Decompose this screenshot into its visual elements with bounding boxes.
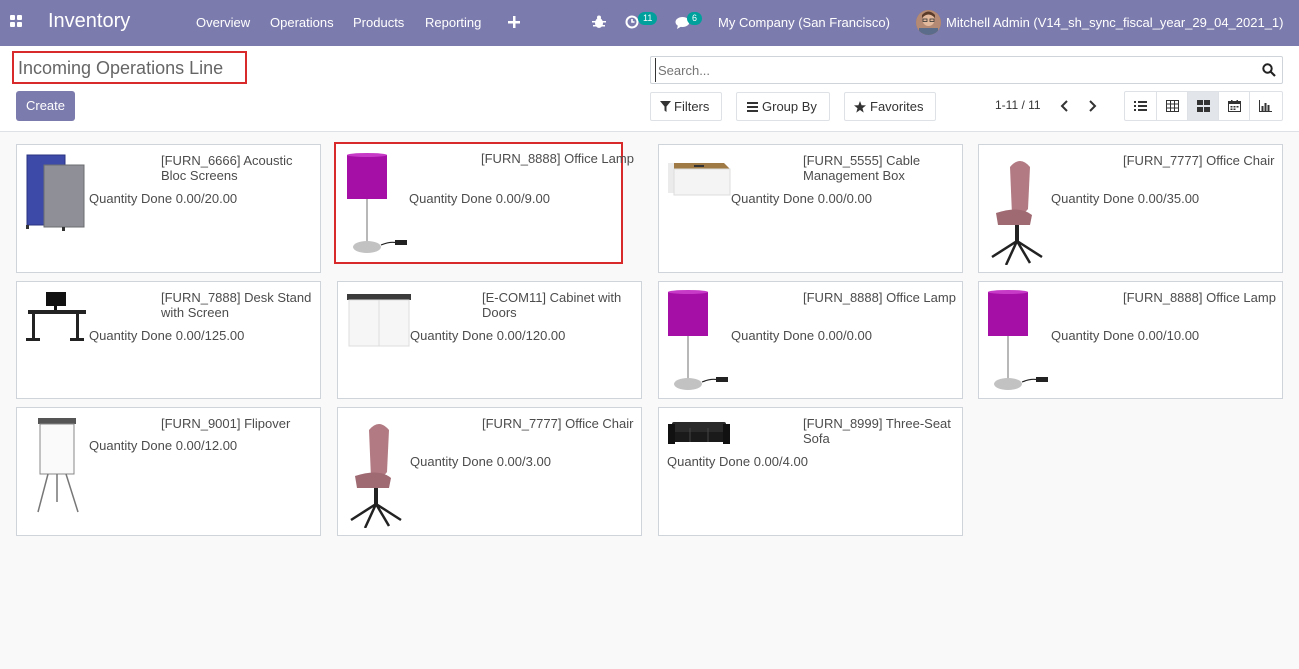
product-image [668, 290, 728, 390]
user-menu[interactable]: Mitchell Admin (V14_sh_sync_fiscal_year_… [946, 15, 1284, 30]
kanban-card[interactable]: [FURN_5555] Cable Management Box Quantit… [658, 144, 963, 273]
message-count-badge: 6 [687, 12, 703, 25]
search-input[interactable] [655, 58, 1255, 82]
card-quantity: Quantity Done 0.00/20.00 [89, 191, 238, 206]
pager-value[interactable]: 1-11 / 11 [995, 98, 1041, 112]
app-brand[interactable]: Inventory [48, 10, 130, 33]
list-icon [1134, 101, 1147, 111]
view-switcher [1124, 91, 1283, 121]
kanban-card[interactable]: [E-COM11] Cabinet with Doors Quantity Do… [337, 281, 642, 399]
groupby-button[interactable]: Group By [736, 92, 830, 121]
menu-products[interactable]: Products [353, 15, 404, 30]
apps-menu-icon[interactable] [10, 15, 23, 28]
groupby-label: Group By [762, 99, 817, 114]
card-quantity: Quantity Done 0.00/0.00 [731, 328, 872, 343]
create-button[interactable]: Create [16, 91, 75, 121]
kanban-card[interactable]: [FURN_8888] Office Lamp Quantity Done 0.… [978, 281, 1283, 399]
card-title: [FURN_8888] Office Lamp [803, 290, 956, 305]
kanban-card[interactable]: [FURN_9001] Flipover Quantity Done 0.00/… [16, 407, 321, 536]
kanban-icon [1197, 100, 1210, 112]
table-icon [1166, 100, 1179, 112]
calendar-icon [1228, 100, 1241, 112]
kanban-card[interactable]: [FURN_7777] Office Chair Quantity Done 0… [337, 407, 642, 536]
card-title: [FURN_8999] Three-Seat Sofa [803, 416, 951, 446]
product-image [991, 161, 1043, 265]
graph-view-button[interactable] [1249, 92, 1283, 120]
card-title: [FURN_9001] Flipover [161, 416, 291, 431]
company-switcher[interactable]: My Company (San Francisco) [718, 15, 890, 30]
bar-chart-icon [1259, 100, 1272, 112]
card-title: [FURN_6666] Acoustic Bloc Screens [161, 153, 293, 183]
star-icon [854, 101, 866, 113]
card-quantity: Quantity Done 0.00/9.00 [409, 191, 550, 206]
kanban-view-button[interactable] [1187, 92, 1218, 120]
card-quantity: Quantity Done 0.00/35.00 [1051, 191, 1200, 206]
card-quantity: Quantity Done 0.00/12.00 [89, 438, 238, 453]
user-avatar[interactable] [916, 10, 941, 35]
card-title: [E-COM11] Cabinet with Doors [482, 290, 622, 320]
product-image [26, 292, 86, 341]
product-image [347, 153, 407, 253]
pager-next-icon[interactable] [1085, 99, 1099, 113]
kanban-card[interactable]: [FURN_8999] Three-Seat Sofa Quantity Don… [658, 407, 963, 536]
product-image [668, 163, 731, 196]
plus-icon[interactable] [508, 16, 520, 28]
product-image [350, 424, 402, 528]
product-image [988, 290, 1048, 390]
menu-reporting[interactable]: Reporting [425, 15, 481, 30]
product-image [347, 294, 411, 347]
card-quantity: Quantity Done 0.00/0.00 [731, 191, 872, 206]
card-title: [FURN_7777] Office Chair [1123, 153, 1275, 168]
filter-icon [660, 101, 671, 112]
card-quantity: Quantity Done 0.00/3.00 [410, 454, 551, 469]
bars-icon [747, 102, 758, 112]
product-image [37, 418, 79, 513]
top-navbar: Inventory Overview Operations Products R… [0, 0, 1299, 46]
product-image [668, 422, 730, 444]
search-icon[interactable] [1262, 63, 1276, 77]
card-quantity: Quantity Done 0.00/120.00 [410, 328, 566, 343]
kanban-card[interactable]: [FURN_8888] Office Lamp Quantity Done 0.… [334, 142, 634, 264]
menu-overview[interactable]: Overview [196, 15, 250, 30]
favorites-label: Favorites [870, 99, 924, 114]
calendar-view-button[interactable] [1218, 92, 1249, 120]
kanban-card[interactable]: [FURN_8888] Office Lamp Quantity Done 0.… [658, 281, 963, 399]
page-title: Incoming Operations Line [12, 51, 247, 84]
activity-clock-icon[interactable] [625, 15, 639, 29]
search-box [650, 56, 1283, 84]
favorites-button[interactable]: Favorites [844, 92, 936, 121]
product-image [26, 154, 85, 231]
kanban-card[interactable]: [FURN_7777] Office Chair Quantity Done 0… [978, 144, 1283, 273]
pager-previous-icon[interactable] [1058, 99, 1072, 113]
card-quantity: Quantity Done 0.00/10.00 [1051, 328, 1200, 343]
control-panel: Incoming Operations Line Create Filters … [0, 46, 1299, 132]
activity-count-badge: 11 [638, 12, 658, 25]
card-title: [FURN_5555] Cable Management Box [803, 153, 921, 183]
card-title: [FURN_7777] Office Chair [482, 416, 634, 431]
card-quantity: Quantity Done 0.00/4.00 [667, 454, 808, 469]
kanban-card[interactable]: [FURN_7888] Desk Stand with Screen Quant… [16, 281, 321, 399]
list-view-button[interactable] [1125, 92, 1156, 120]
filters-button[interactable]: Filters [650, 92, 722, 121]
card-title: [FURN_8888] Office Lamp [1123, 290, 1276, 305]
menu-operations[interactable]: Operations [270, 15, 334, 30]
card-quantity: Quantity Done 0.00/125.00 [89, 328, 245, 343]
filters-label: Filters [674, 99, 710, 114]
grid-view-button[interactable] [1156, 92, 1187, 120]
card-title: [FURN_7888] Desk Stand with Screen [161, 290, 312, 320]
card-title: [FURN_8888] Office Lamp [481, 151, 634, 166]
kanban-card[interactable]: [FURN_6666] Acoustic Bloc Screens Quanti… [16, 144, 321, 273]
bug-icon[interactable] [592, 15, 606, 29]
